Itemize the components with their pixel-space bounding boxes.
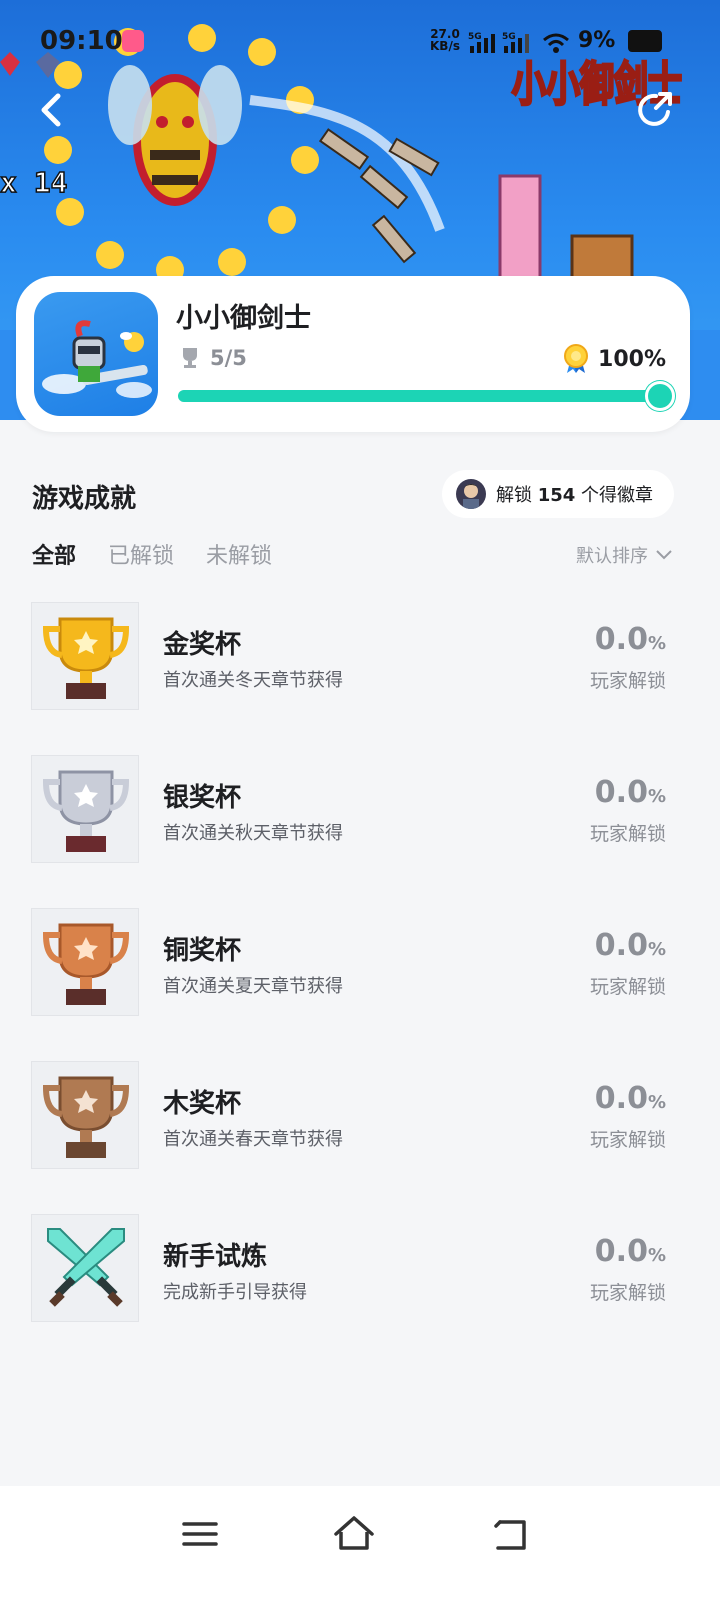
sparkle-icon — [645, 381, 675, 411]
status-bar: 09:10 27.0 KB/s 5G 5G 9% — [0, 0, 720, 80]
tab-all[interactable]: 全部 — [32, 538, 76, 570]
gold-trophy-icon — [31, 602, 139, 710]
system-nav-bar — [0, 1486, 720, 1600]
trophy-count: 5/5 — [178, 346, 247, 370]
achievement-name: 铜奖杯 — [163, 936, 242, 966]
achievement-item[interactable]: 新手试炼 完成新手引导获得 0.0% 玩家解锁 — [0, 1214, 720, 1367]
sort-dropdown[interactable]: 默认排序 — [576, 542, 672, 568]
achievement-name: 新手试炼 — [163, 1242, 268, 1272]
unlock-rate-label: 玩家解锁 — [589, 1282, 666, 1304]
badge-unlock-pill[interactable]: 解锁 154 个得徽章 — [442, 470, 674, 518]
achievement-desc: 完成新手引导获得 — [163, 1282, 307, 1303]
unlock-rate-label: 玩家解锁 — [589, 976, 666, 998]
achievement-list: 金奖杯 首次通关冬天章节获得 0.0% 玩家解锁 银奖杯 首次通关秋天章节获得 … — [0, 602, 720, 1367]
achievement-item[interactable]: 木奖杯 首次通关春天章节获得 0.0% 玩家解锁 — [0, 1061, 720, 1214]
achievement-desc: 首次通关冬天章节获得 — [163, 670, 343, 691]
crossed-swords-icon — [31, 1214, 139, 1322]
silver-trophy-icon — [31, 755, 139, 863]
medal-icon — [564, 344, 589, 373]
back-icon[interactable] — [488, 1512, 532, 1556]
badge-avatar — [456, 479, 486, 509]
wifi-icon — [543, 33, 569, 53]
achievement-item[interactable]: 金奖杯 首次通关冬天章节获得 0.0% 玩家解锁 — [0, 602, 720, 755]
unlock-rate: 0.0% — [594, 1081, 666, 1116]
unlock-rate: 0.0% — [594, 775, 666, 810]
unlock-rate-label: 玩家解锁 — [589, 823, 666, 845]
game-app-icon[interactable] — [34, 292, 158, 416]
game-summary-card: 小小御剑士 5/5 100% — [16, 276, 690, 432]
notification-app-icon — [122, 30, 144, 52]
unlock-rate-label: 玩家解锁 — [589, 670, 666, 692]
back-chevron-icon[interactable] — [30, 88, 74, 132]
unlock-rate: 0.0% — [594, 928, 666, 963]
wood-trophy-icon — [31, 1061, 139, 1169]
share-icon[interactable] — [632, 88, 676, 132]
network-speed: 27.0 KB/s — [430, 27, 460, 53]
achievement-filter-tabs: 全部 已解锁 未解锁 — [32, 538, 272, 570]
game-title: 小小御剑士 — [176, 303, 311, 334]
unlock-rate: 0.0% — [594, 1234, 666, 1269]
sort-label: 默认排序 — [576, 546, 648, 567]
achievement-desc: 首次通关夏天章节获得 — [163, 976, 343, 997]
battery-icon — [628, 30, 662, 52]
svg-text:5G: 5G — [502, 32, 516, 42]
home-icon[interactable] — [332, 1512, 376, 1556]
achievement-name: 金奖杯 — [163, 630, 242, 660]
achievement-item[interactable]: 银奖杯 首次通关秋天章节获得 0.0% 玩家解锁 — [0, 755, 720, 908]
completion-progress-bar — [178, 381, 675, 411]
achievement-item[interactable]: 铜奖杯 首次通关夏天章节获得 0.0% 玩家解锁 — [0, 908, 720, 1061]
tab-unlocked[interactable]: 已解锁 — [108, 538, 174, 570]
battery-percent: 9% — [578, 28, 616, 53]
achievement-desc: 首次通关秋天章节获得 — [163, 823, 343, 844]
bronze-trophy-icon — [31, 908, 139, 1016]
badge-unlock-text: 解锁 154 个得徽章 — [496, 485, 654, 506]
menu-icon[interactable] — [178, 1512, 222, 1556]
unlock-rate: 0.0% — [594, 622, 666, 657]
achievement-desc: 首次通关春天章节获得 — [163, 1129, 343, 1150]
trophy-icon — [183, 348, 197, 368]
signal-icon: 5G — [468, 32, 495, 53]
unlock-rate-label: 玩家解锁 — [589, 1129, 666, 1151]
achievement-name: 银奖杯 — [163, 783, 242, 813]
score-counter: x 14 — [0, 166, 67, 199]
signal-icon-2: 5G — [502, 32, 529, 53]
achievements-title: 游戏成就 — [32, 484, 137, 514]
status-time: 09:10 — [40, 26, 123, 56]
completion-percent: 100% — [562, 344, 666, 374]
achievement-name: 木奖杯 — [163, 1089, 242, 1119]
svg-text:5G: 5G — [468, 32, 482, 42]
tab-locked[interactable]: 未解锁 — [206, 538, 272, 570]
chevron-down-icon — [656, 550, 672, 560]
